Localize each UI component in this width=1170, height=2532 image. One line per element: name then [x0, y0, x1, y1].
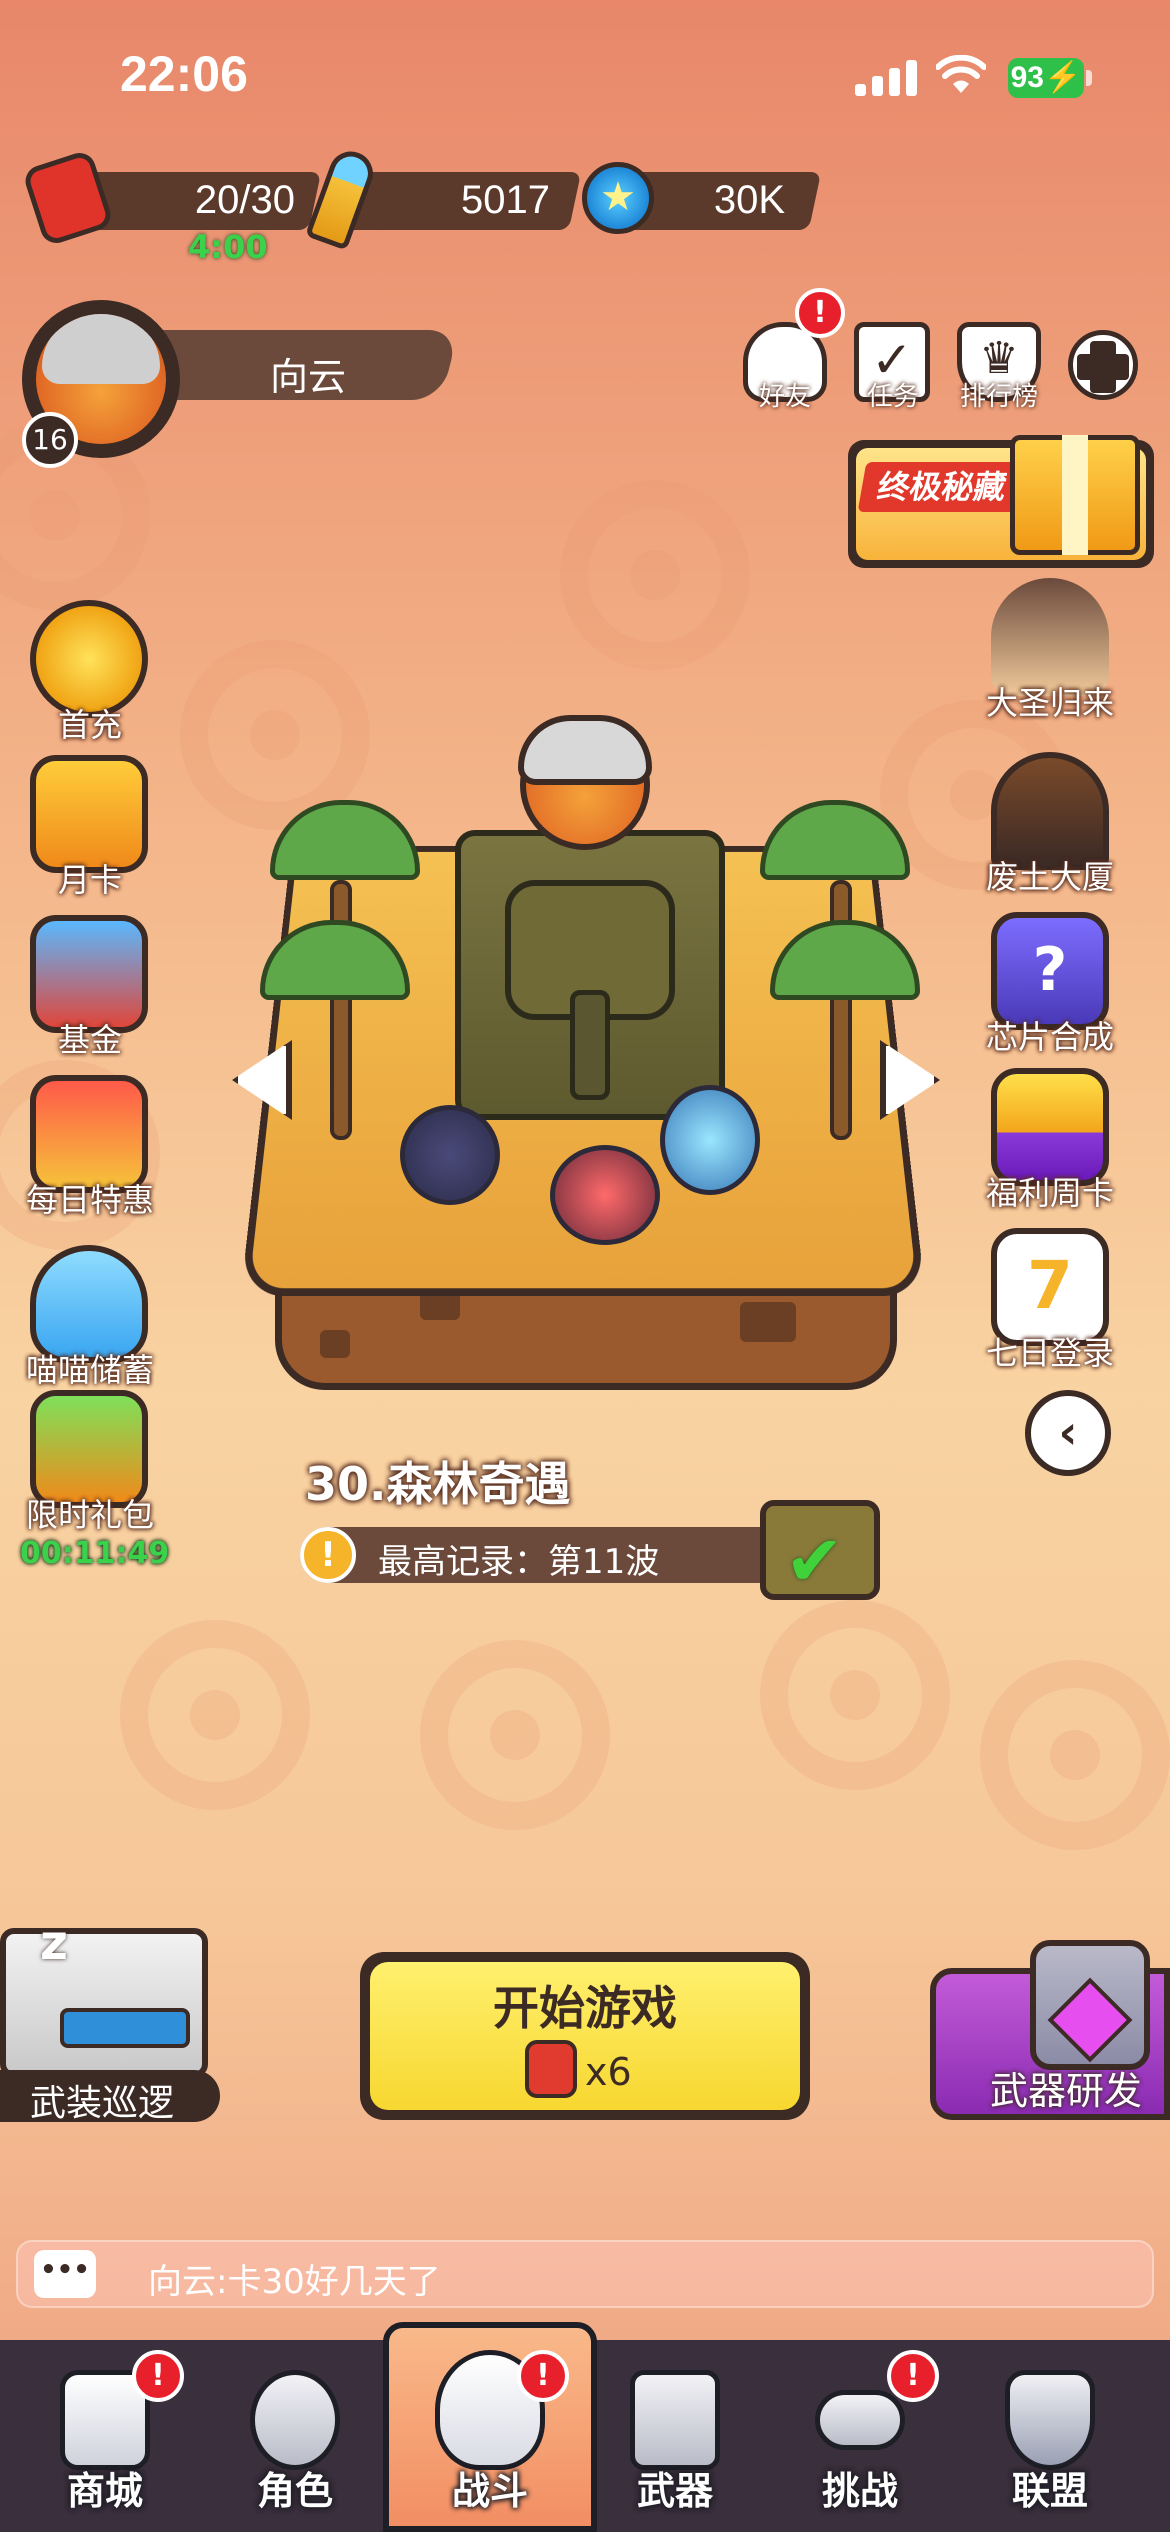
hero-character [660, 1085, 760, 1195]
character-helmet-icon [250, 2370, 340, 2470]
collapse-sidebar-button[interactable]: ‹ [1025, 1390, 1111, 1476]
stage-title: 30.森林奇遇 [305, 1457, 571, 1511]
sidebar-item-wasteland-tower[interactable]: 废土大厦 [975, 752, 1125, 898]
battle-alert-badge: ! [517, 2350, 569, 2402]
sidebar-item-monthly-card[interactable]: 月卡 [20, 755, 160, 901]
chat-message: 向云:卡30好几天了 [148, 2262, 441, 2302]
sidebar-item-fund[interactable]: 基金 [20, 915, 160, 1061]
hero-character [400, 1105, 500, 1205]
hero-character [550, 1145, 660, 1245]
battery-indicator: 93⚡ [1008, 58, 1084, 98]
bottle-cap-icon: ★ [582, 162, 654, 234]
cat-savings-label: 喵喵储蓄 [25, 1351, 154, 1389]
player-name: 向云 [270, 355, 347, 399]
player-level: 16 [22, 412, 78, 468]
background-pattern [760, 1600, 950, 1790]
chat-bubble-icon: ••• [34, 2250, 96, 2298]
game-controller-icon-bar [1077, 354, 1129, 380]
rock [320, 1330, 350, 1358]
tab-alliance-label: 联盟 [1011, 2469, 1088, 2513]
background-pattern [120, 1620, 310, 1810]
friends-label: 好友 [758, 382, 811, 412]
best-record: 最高记录：第11波 [378, 1542, 660, 1582]
tab-battle[interactable]: ! 战斗 [405, 2350, 575, 2530]
backpack-icon [630, 2370, 720, 2470]
chip-synthesis-label: 芯片合成 [985, 1018, 1114, 1056]
status-time: 22:06 [120, 46, 248, 102]
sidebar-item-monkey-king[interactable]: 大圣归来 [975, 578, 1125, 724]
sidebar-item-limited-gift[interactable]: 限时礼包 00:11:49 [20, 1390, 170, 1571]
tasks-label: 任务 [866, 382, 919, 412]
tab-battle-label: 战斗 [451, 2469, 528, 2513]
background-pattern [980, 1660, 1170, 1850]
patrol-label: 武装巡逻 [30, 2083, 175, 2124]
weapon-research-label: 武器研发 [990, 2069, 1143, 2113]
sidebar-item-daily-deal[interactable]: 每日特惠 [20, 1075, 160, 1221]
next-stage-arrow[interactable] [880, 1040, 940, 1120]
seven-day-login-label: 七日登录 [985, 1334, 1114, 1372]
background-pattern [560, 480, 750, 670]
tab-challenge[interactable]: ! 挑战 [775, 2350, 945, 2530]
tab-weapons[interactable]: 武器 [590, 2350, 760, 2530]
limited-gift-timer: 00:11:49 [20, 1536, 170, 1571]
sleep-icon: z [40, 1915, 68, 1971]
limited-gift-label: 限时礼包 [25, 1496, 154, 1534]
ultimate-treasure-label: 终极秘藏 [857, 462, 1027, 512]
gift-ribbon [1062, 435, 1088, 555]
palm-tree [330, 880, 352, 1140]
tab-shop-label: 商城 [66, 2469, 143, 2513]
sidebar-item-weekly-card[interactable]: 福利周卡 [975, 1068, 1125, 1214]
energy-timer: 4:00 [188, 228, 268, 266]
weekly-card-label: 福利周卡 [985, 1174, 1114, 1212]
dumbbell-icon [815, 2390, 905, 2450]
sidebar-item-chip-synthesis[interactable]: ? 芯片合成 [975, 912, 1125, 1058]
tasks-button[interactable]: ✓ 任务 [838, 322, 948, 413]
ranking-label: 排行榜 [959, 382, 1038, 412]
monkey-king-label: 大圣归来 [985, 684, 1114, 722]
challenge-alert-badge: ! [887, 2350, 939, 2402]
wifi-icon [936, 55, 986, 93]
game-controller-button[interactable] [1068, 330, 1138, 400]
wasteland-tower-label: 废土大厦 [985, 858, 1114, 896]
patrol-button[interactable] [0, 1928, 208, 2078]
start-game-label: 开始游戏 [493, 1981, 677, 2035]
tab-shop[interactable]: ! 商城 [20, 2350, 190, 2530]
tank-barrel [570, 990, 610, 1100]
patrol-screen-icon [60, 2008, 190, 2048]
sidebar-item-first-recharge[interactable]: 首充 [20, 600, 160, 746]
tank-pilot-hair [518, 715, 652, 785]
palm-tree [830, 880, 852, 1140]
shop-alert-badge: ! [132, 2350, 184, 2402]
background-pattern [420, 1640, 610, 1830]
tab-character-label: 角色 [256, 2469, 333, 2513]
daily-deal-label: 每日特惠 [25, 1181, 154, 1219]
record-alert-icon: ! [300, 1527, 356, 1583]
start-game-cost: x6 [585, 2050, 632, 2094]
shield-icon [1005, 2370, 1095, 2470]
rock [740, 1302, 796, 1342]
ranking-button[interactable]: ♛ 排行榜 [944, 322, 1054, 413]
monthly-card-label: 月卡 [57, 861, 122, 899]
tab-weapons-label: 武器 [636, 2469, 713, 2513]
battery-tip [1086, 70, 1092, 86]
checkmark-icon: ✔ [785, 1520, 844, 1602]
energy-can-icon [21, 148, 115, 248]
fund-label: 基金 [57, 1021, 122, 1059]
first-recharge-label: 首充 [57, 706, 122, 744]
sidebar-item-cat-savings[interactable]: 喵喵储蓄 [20, 1245, 160, 1391]
energy-value: 20/30 [194, 178, 295, 222]
sidebar-item-seven-day-login[interactable]: 7 七日登录 [975, 1228, 1125, 1374]
tab-alliance[interactable]: 联盟 [965, 2350, 1135, 2530]
tab-challenge-label: 挑战 [821, 2469, 898, 2513]
energy-can-icon [525, 2040, 577, 2098]
tab-character[interactable]: 角色 [210, 2350, 380, 2530]
bullets-value: 5017 [461, 178, 550, 222]
signal-icon [855, 58, 917, 96]
